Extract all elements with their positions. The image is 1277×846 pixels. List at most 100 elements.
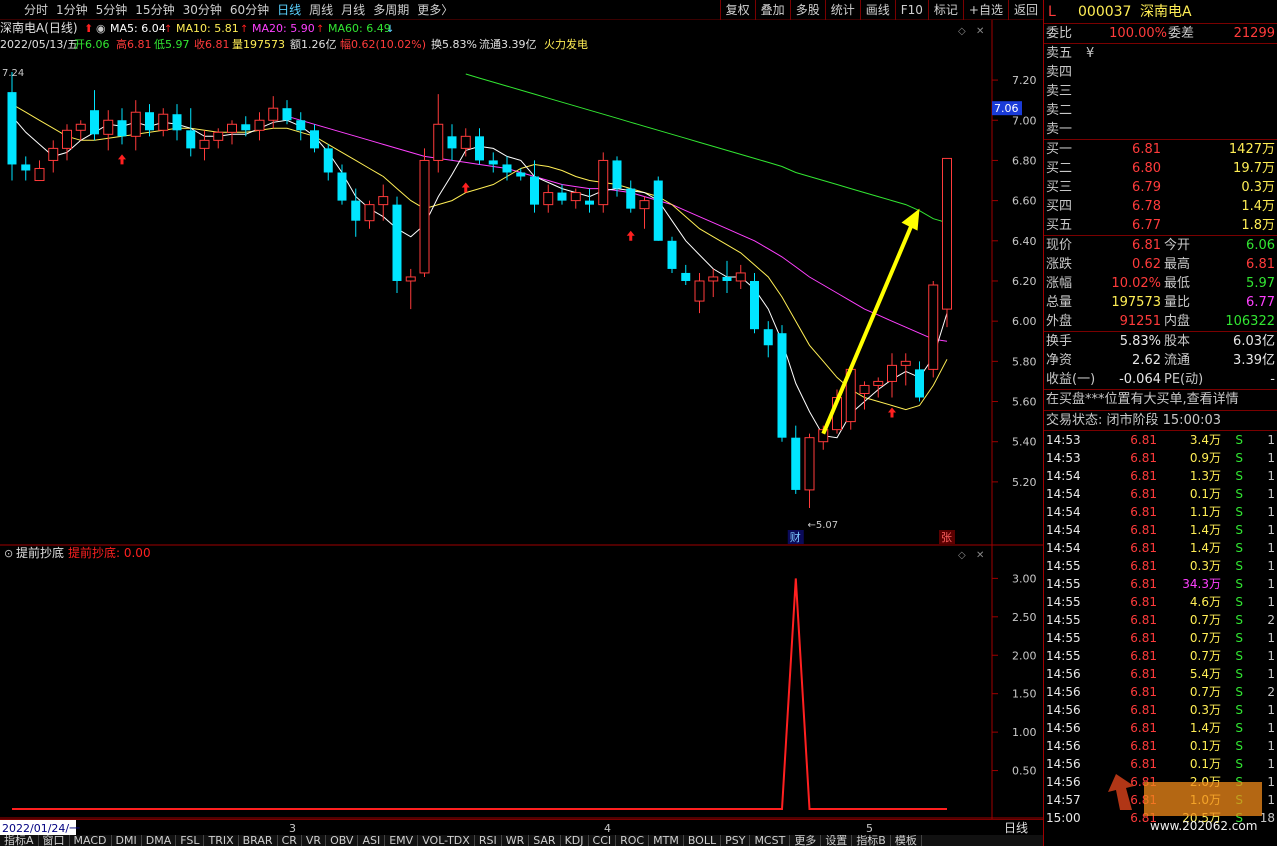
buy-signal-icon [626,230,635,241]
period-tab-0[interactable]: 分时 [20,0,52,20]
toolbar-button-3[interactable]: 统计 [824,0,860,20]
ma-settings-icon: ◉ [96,22,106,35]
tick-price: 6.81 [1130,577,1157,591]
indicator-tab-24[interactable]: 更多 [790,835,822,846]
tick-price: 6.81 [1130,811,1157,825]
toolbar-button-7[interactable]: +自选 [962,0,1008,20]
indicator-tab-16[interactable]: SAR [529,835,561,846]
period-tab-3[interactable]: 15分钟 [131,0,178,20]
period-tab-9[interactable]: 多周期 [369,0,413,20]
stat-label: 最低 [1164,276,1191,291]
toolbar-button-5[interactable]: F10 [894,0,928,20]
header-low: 低5.97 [154,38,190,51]
stock-name[interactable]: 深南电A [1140,0,1192,24]
indicator-tab-20[interactable]: MTM [649,835,684,846]
chart-close-icon[interactable]: ✕ [976,26,984,37]
indicator-tab-21[interactable]: BOLL [684,835,722,846]
y-axis-label: 6.00 [1012,315,1037,328]
period-tab-7[interactable]: 周线 [305,0,337,20]
period-tab-2[interactable]: 5分钟 [92,0,132,20]
stat-value: 6.06 [1246,238,1275,253]
notice-row[interactable]: 在买盘***位置有大买单,查看详情 [1044,390,1277,411]
candle [103,110,114,151]
candle-body [7,92,17,165]
indicator-tab-9[interactable]: VR [302,835,327,846]
candle-body [323,148,333,173]
candle [750,272,759,334]
indicator-tab-27[interactable]: 模板 [891,835,922,846]
tick-count: 1 [1267,721,1275,735]
toolbar-spacer-left [0,0,20,20]
buy-volume: 1427万 [1228,142,1275,157]
period-tab-10[interactable]: 更多〉 [413,0,457,20]
event-cai: 财 [790,530,801,544]
indicator-close-icon[interactable]: ✕ [976,550,984,561]
stock-code[interactable]: 000037 [1078,0,1131,24]
sell-label: 卖一 [1046,122,1073,137]
indicator-tab-11[interactable]: ASI [358,835,386,846]
indicator-tab-26[interactable]: 指标B [852,835,891,846]
indicator-tab-18[interactable]: CCI [589,835,617,846]
candle [585,188,594,213]
candle-body [378,196,389,206]
candle-body [887,364,897,382]
indicator-tab-19[interactable]: ROC [616,835,650,846]
tick-list[interactable]: 14:53 6.81 3.4万 S 1 14:53 6.81 0.9万 S 1 14:54 6.81 1… [1044,431,1277,827]
tick-volume: 0.1万 [1189,757,1221,771]
indicator-tab-13[interactable]: VOL-TDX [418,835,475,846]
tick-price: 6.81 [1130,757,1157,771]
candle-body [653,180,663,241]
indicator-tab-14[interactable]: RSI [475,835,502,846]
indicator-tab-17[interactable]: KDJ [561,835,589,846]
tick-count: 18 [1259,811,1275,825]
period-tab-5[interactable]: 60分钟 [226,0,273,20]
stat-value: 3.39亿 [1233,353,1275,368]
tick-price: 6.81 [1130,793,1157,807]
period-tab-4[interactable]: 30分钟 [179,0,226,20]
toolbar-button-2[interactable]: 多股 [789,0,825,20]
indicator-tab-2[interactable]: MACD [70,835,112,846]
tick-row: 14:56 6.81 1.4万 S 1 [1044,719,1277,737]
tick-price: 6.81 [1130,469,1157,483]
indicator-tab-22[interactable]: PSY [721,835,751,846]
tick-row: 15:00 6.81 20.5万 S 18 [1044,809,1277,827]
period-tab-6[interactable]: 日线 [273,0,305,20]
indicator-tab-12[interactable]: EMV [385,835,419,846]
chart-header: 深南电A(日线) ⬆ ◉ MA5: 6.04↑ MA10: 5.81 ↑ MA20: 5.9… [0,20,984,561]
candle-body [21,164,31,171]
tick-time: 14:54 [1046,469,1081,483]
tick-side: S [1235,469,1243,483]
indicator-tab-5[interactable]: FSL [176,835,205,846]
kline-chart[interactable]: 7.24 ←5.07 财 张 7.20 7.00 6.80 6.60 6.40 6.20 6.00… [0,20,1043,820]
stat2-row: 收益(一) -0.064 PE(动) - [1044,370,1277,389]
toolbar-button-4[interactable]: 画线 [859,0,895,20]
period-tab-1[interactable]: 1分钟 [52,0,92,20]
indicator-tab-8[interactable]: CR [278,835,302,846]
indicator-tab-3[interactable]: DMI [112,835,142,846]
notice-text[interactable]: 在买盘***位置有大买单,查看详情 [1046,390,1239,409]
trade-status-row: 交易状态: 闭市阶段 15:00:03 [1044,411,1277,431]
candle [791,425,801,494]
period-tab-8[interactable]: 月线 [337,0,369,20]
indicator-settings-icon[interactable]: ◇ [958,550,966,561]
indicator-tab-4[interactable]: DMA [142,835,177,846]
indicator-tab-7[interactable]: BRAR [239,835,278,846]
tick-volume: 20.5万 [1182,811,1221,825]
candle [48,140,59,173]
sell-row: 卖二 [1044,101,1277,120]
indicator-tab-10[interactable]: OBV [326,835,359,846]
toolbar-button-8[interactable]: 返回 [1007,0,1043,20]
toolbar-button-0[interactable]: 复权 [719,0,755,20]
tick-side: S [1235,685,1243,699]
indicator-tab-1[interactable]: 窗口 [39,835,70,846]
indicator-tab-0[interactable]: 指标A [0,835,39,846]
toolbar-button-6[interactable]: 标记 [927,0,963,20]
indicator-tab-15[interactable]: WR [502,835,530,846]
chart-settings-icon[interactable]: ◇ [958,26,966,37]
toolbar-button-1[interactable]: 叠加 [754,0,790,20]
ind-y-axis-label: 2.00 [1012,649,1037,662]
tick-time: 14:54 [1046,541,1081,555]
indicator-tab-6[interactable]: TRIX [204,835,239,846]
indicator-tab-25[interactable]: 设置 [821,835,853,846]
indicator-tab-23[interactable]: MCST [750,835,791,846]
